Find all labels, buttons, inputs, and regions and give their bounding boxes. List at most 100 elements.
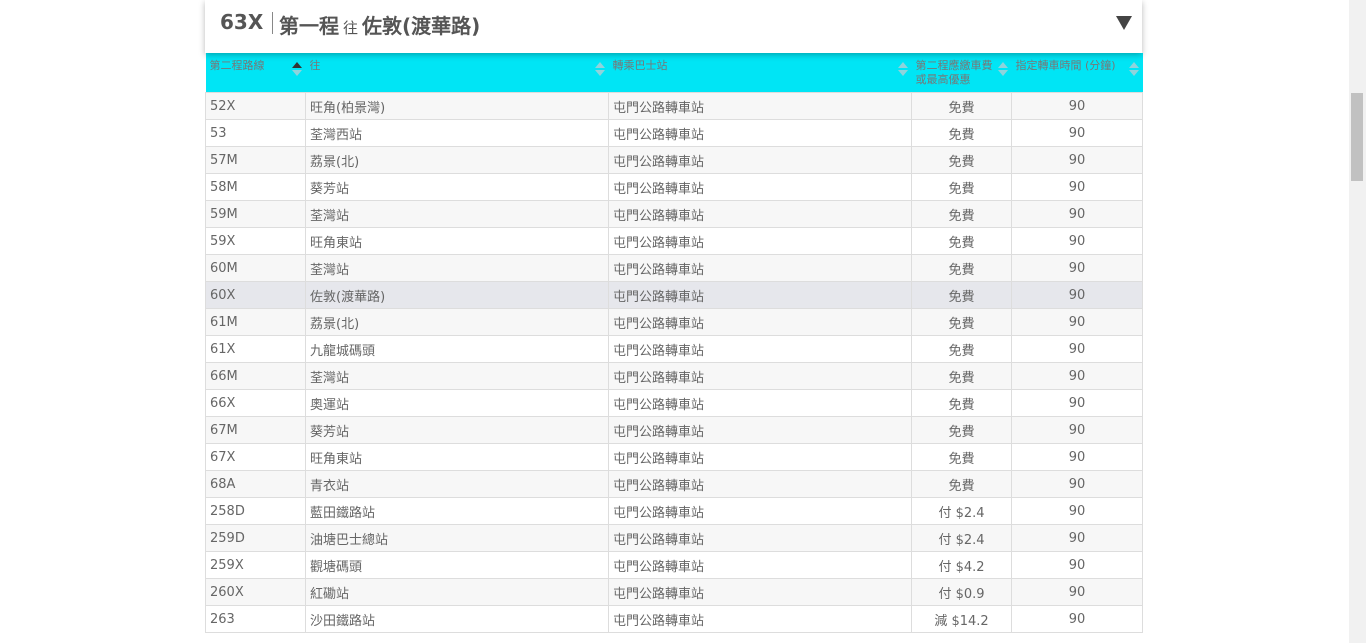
cell-interchange-stop: 屯門公路轉車站 — [608, 119, 912, 147]
cell-transfer-time: 90 — [1011, 335, 1143, 363]
cell-destination: 葵芳站 — [305, 416, 609, 444]
destination-name: 佐敦(渡華路) — [362, 14, 481, 38]
cell-interchange-stop: 屯門公路轉車站 — [608, 389, 912, 417]
cell-fare: 免費 — [911, 335, 1012, 363]
cell-route: 260X — [205, 578, 306, 606]
column-label: 轉乘巴士站 — [612, 59, 668, 72]
cell-fare: 付 $4.2 — [911, 551, 1012, 579]
cell-route: 61X — [205, 335, 306, 363]
table-row: 259D 油塘巴士總站 屯門公路轉車站付 $2.4 90 — [205, 524, 1143, 552]
cell-interchange-stop: 屯門公路轉車站 — [608, 497, 912, 525]
cell-interchange-stop: 屯門公路轉車站 — [608, 524, 912, 552]
dropdown-arrow-icon[interactable] — [1116, 16, 1132, 30]
cell-destination: 油塘巴士總站 — [305, 524, 609, 552]
cell-route: 59X — [205, 227, 306, 255]
col-header-destination[interactable]: 往 — [305, 53, 609, 93]
cell-route: 57M — [205, 146, 306, 174]
cell-transfer-time: 90 — [1011, 524, 1143, 552]
col-header-fare[interactable]: 第二程應繳車費或最高優惠 — [911, 53, 1012, 93]
cell-fare: 免費 — [911, 470, 1012, 498]
cell-transfer-time: 90 — [1011, 362, 1143, 390]
cell-route: 66X — [205, 389, 306, 417]
cell-destination: 旺角東站 — [305, 227, 609, 255]
cell-interchange-stop: 屯門公路轉車站 — [608, 470, 912, 498]
cell-destination: 荃灣站 — [305, 200, 609, 228]
cell-transfer-time: 90 — [1011, 551, 1143, 579]
scrollbar-thumb[interactable] — [1351, 93, 1363, 181]
direction-title: 第一程往佐敦(渡華路) — [279, 10, 480, 39]
cell-fare: 減 $14.2 — [911, 605, 1012, 633]
table-row: 258D 藍田鐵路站 屯門公路轉車站付 $2.4 90 — [205, 497, 1143, 525]
cell-transfer-time: 90 — [1011, 227, 1143, 255]
header-divider — [272, 12, 273, 34]
cell-fare: 免費 — [911, 173, 1012, 201]
table-row: 66X 奧運站 屯門公路轉車站 免費 90 — [205, 389, 1143, 417]
cell-destination: 荃灣站 — [305, 254, 609, 282]
cell-transfer-time: 90 — [1011, 416, 1143, 444]
table-body: 52X 旺角(柏景灣) 屯門公路轉車站 免費 90 53 荃灣西站 屯門公路轉車站 免費 90 57… — [205, 92, 1143, 633]
sort-arrows-icon[interactable] — [1128, 62, 1139, 78]
cell-destination: 荃灣站 — [305, 362, 609, 390]
sort-arrows-icon[interactable] — [594, 62, 605, 78]
cell-destination: 九龍城碼頭 — [305, 335, 609, 363]
cell-transfer-time: 90 — [1011, 578, 1143, 606]
cell-route: 61M — [205, 308, 306, 336]
cell-destination: 紅磡站 — [305, 578, 609, 606]
sort-arrows-icon[interactable] — [897, 62, 908, 78]
cell-fare: 免費 — [911, 362, 1012, 390]
cell-transfer-time: 90 — [1011, 470, 1143, 498]
table-row: 68A 青衣站 屯門公路轉車站 免費 90 — [205, 470, 1143, 498]
cell-route: 66M — [205, 362, 306, 390]
cell-destination: 荔景(北) — [305, 308, 609, 336]
route-direction-header[interactable]: 63X 第一程往佐敦(渡華路) — [205, 0, 1142, 53]
cell-route: 68A — [205, 470, 306, 498]
cell-interchange-stop: 屯門公路轉車站 — [608, 362, 912, 390]
col-header-interchange-stop[interactable]: 轉乘巴士站 — [608, 53, 912, 93]
sort-arrows-icon[interactable] — [291, 62, 302, 78]
cell-fare: 付 $2.4 — [911, 524, 1012, 552]
cell-interchange-stop: 屯門公路轉車站 — [608, 146, 912, 174]
cell-fare: 付 $2.4 — [911, 497, 1012, 525]
vertical-scrollbar[interactable] — [1349, 0, 1366, 643]
cell-fare: 免費 — [911, 443, 1012, 471]
cell-fare: 免費 — [911, 308, 1012, 336]
column-label: 往 — [309, 59, 321, 72]
cell-fare: 付 $0.9 — [911, 578, 1012, 606]
column-label: 第二程應繳車費或最高優惠 — [915, 59, 993, 86]
cell-route: 67X — [205, 443, 306, 471]
column-label: 指定轉車時間 (分鐘) — [1015, 59, 1116, 72]
cell-fare: 免費 — [911, 416, 1012, 444]
cell-destination: 荃灣西站 — [305, 119, 609, 147]
table-row: 66M 荃灣站 屯門公路轉車站 免費 90 — [205, 362, 1143, 390]
cell-interchange-stop: 屯門公路轉車站 — [608, 308, 912, 336]
table-row: 259X 觀塘碼頭 屯門公路轉車站付 $4.2 90 — [205, 551, 1143, 579]
col-header-transfer-time[interactable]: 指定轉車時間 (分鐘) — [1011, 53, 1143, 93]
cell-route: 59M — [205, 200, 306, 228]
cell-destination: 葵芳站 — [305, 173, 609, 201]
cell-interchange-stop: 屯門公路轉車站 — [608, 281, 912, 309]
cell-transfer-time: 90 — [1011, 200, 1143, 228]
table-row: 59X 旺角東站 屯門公路轉車站 免費 90 — [205, 227, 1143, 255]
transfer-table-container: 第二程路線往轉乘巴士站 第二程應繳車費或最高優惠 指定轉車時間 (分鐘) 52X 旺角… — [205, 53, 1143, 633]
cell-destination: 旺角(柏景灣) — [305, 92, 609, 120]
table-row: 59M 荃灣站 屯門公路轉車站 免費 90 — [205, 200, 1143, 228]
cell-interchange-stop: 屯門公路轉車站 — [608, 335, 912, 363]
cell-route: 58M — [205, 173, 306, 201]
col-header-second-route[interactable]: 第二程路線 — [205, 53, 306, 93]
cell-fare: 免費 — [911, 281, 1012, 309]
cell-destination: 沙田鐵路站 — [305, 605, 609, 633]
table-row: 67X 旺角東站 屯門公路轉車站 免費 90 — [205, 443, 1143, 471]
cell-fare: 免費 — [911, 200, 1012, 228]
cell-interchange-stop: 屯門公路轉車站 — [608, 578, 912, 606]
table-row: 60M 荃灣站 屯門公路轉車站 免費 90 — [205, 254, 1143, 282]
sort-arrows-icon[interactable] — [997, 62, 1008, 78]
cell-route: 53 — [205, 119, 306, 147]
cell-route: 258D — [205, 497, 306, 525]
cell-transfer-time: 90 — [1011, 146, 1143, 174]
cell-transfer-time: 90 — [1011, 605, 1143, 633]
cell-fare: 免費 — [911, 389, 1012, 417]
cell-fare: 免費 — [911, 92, 1012, 120]
cell-interchange-stop: 屯門公路轉車站 — [608, 92, 912, 120]
cell-route: 263 — [205, 605, 306, 633]
cell-route: 259D — [205, 524, 306, 552]
